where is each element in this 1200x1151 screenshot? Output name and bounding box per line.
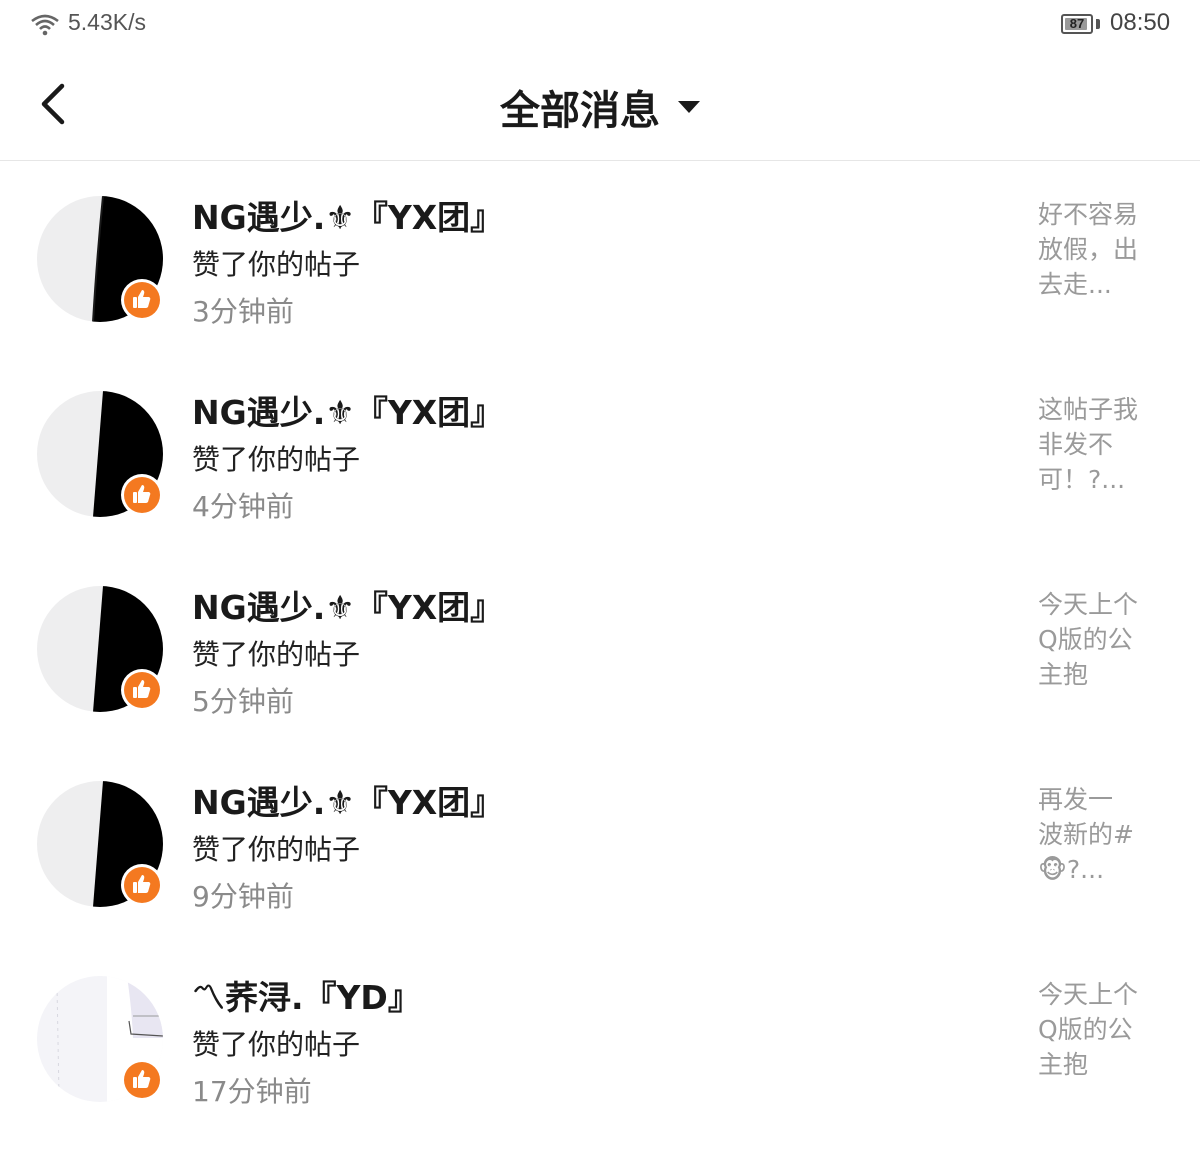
message-list: NG遇少.⚜『YX团』 赞了你的帖子 3分钟前 好不容易 放假，出 去走... …	[0, 161, 1200, 1136]
like-badge	[121, 474, 163, 516]
message-item[interactable]: NG遇少.⚜『YX团』 赞了你的帖子 5分钟前 今天上个 Q版的公 主抱	[0, 551, 1200, 746]
thumbs-up-icon	[133, 875, 151, 893]
post-preview[interactable]: 再发一 波新的# 🐵?...	[1038, 782, 1158, 887]
timestamp: 9分钟前	[192, 880, 294, 913]
message-item[interactable]: NG遇少.⚜『YX团』 赞了你的帖子 9分钟前 再发一 波新的# 🐵?...	[0, 746, 1200, 941]
action-text: 赞了你的帖子	[192, 443, 361, 476]
post-preview[interactable]: 今天上个 Q版的公 主抱	[1038, 587, 1158, 692]
user-name[interactable]: NG遇少.⚜『YX团』	[192, 191, 503, 239]
timestamp: 17分钟前	[192, 1075, 312, 1108]
user-name[interactable]: NG遇少.⚜『YX团』	[192, 776, 503, 824]
timestamp: 4分钟前	[192, 490, 294, 523]
thumbs-up-icon	[133, 1070, 151, 1088]
thumbs-up-icon	[133, 290, 151, 308]
battery-level: 87	[1069, 16, 1085, 31]
battery-icon: 87	[1061, 14, 1093, 34]
like-badge	[121, 1059, 163, 1101]
post-preview[interactable]: 好不容易 放假，出 去走...	[1038, 197, 1158, 302]
message-item[interactable]: NG遇少.⚜『YX团』 赞了你的帖子 3分钟前 好不容易 放假，出 去走...	[0, 161, 1200, 356]
like-badge	[121, 279, 163, 321]
action-text: 赞了你的帖子	[192, 833, 361, 866]
action-text: 赞了你的帖子	[192, 248, 361, 281]
message-item[interactable]: NG遇少.⚜『YX团』 赞了你的帖子 4分钟前 这帖子我 非发不 可！?...	[0, 356, 1200, 551]
action-text: 赞了你的帖子	[192, 1028, 361, 1061]
thumbs-up-icon	[133, 485, 151, 503]
wifi-icon	[31, 14, 59, 36]
battery-tip	[1096, 19, 1100, 29]
post-preview[interactable]: 这帖子我 非发不 可！?...	[1038, 392, 1158, 497]
like-badge	[121, 669, 163, 711]
user-name[interactable]: NG遇少.⚜『YX团』	[192, 581, 503, 629]
header-bar: 全部消息	[0, 50, 1200, 161]
title-dropdown[interactable]: 全部消息	[0, 78, 1200, 136]
action-text: 赞了你的帖子	[192, 638, 361, 671]
user-name[interactable]: NG遇少.⚜『YX团』	[192, 386, 503, 434]
user-name[interactable]: 〽荞浔.『YD』	[192, 971, 421, 1019]
clock: 08:50	[1110, 9, 1171, 36]
thumbs-up-icon	[133, 680, 151, 698]
page-title: 全部消息	[500, 88, 660, 134]
timestamp: 5分钟前	[192, 685, 294, 718]
post-preview[interactable]: 今天上个 Q版的公 主抱	[1038, 977, 1158, 1082]
message-item[interactable]: 〽荞浔.『YD』 赞了你的帖子 17分钟前 今天上个 Q版的公 主抱	[0, 941, 1200, 1136]
like-badge	[121, 864, 163, 906]
caret-down-icon	[678, 101, 700, 113]
timestamp: 3分钟前	[192, 295, 294, 328]
status-bar: 5.43K/s 87 08:50	[0, 0, 1200, 50]
network-speed: 5.43K/s	[68, 9, 146, 35]
